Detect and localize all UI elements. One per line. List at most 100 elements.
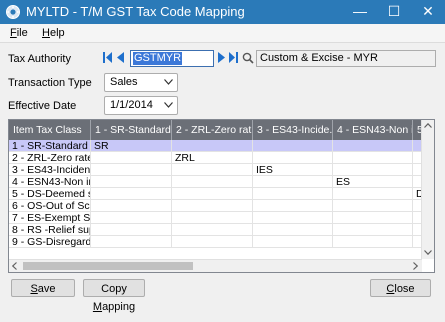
tax-code-cell[interactable]: ZRL	[172, 152, 253, 164]
tax-code-cell[interactable]	[333, 200, 413, 212]
tax-code-cell[interactable]	[333, 152, 413, 164]
tax-code-cell[interactable]: ES	[333, 176, 413, 188]
tax-code-cell[interactable]	[253, 176, 333, 188]
tax-code-cell[interactable]	[172, 188, 253, 200]
table-row[interactable]: 1 - SR-Standard r...SR	[9, 140, 422, 152]
tax-code-cell[interactable]	[172, 140, 253, 152]
tax-code-cell[interactable]	[91, 176, 172, 188]
menu-file-label: ile	[16, 27, 28, 39]
tax-code-cell[interactable]	[253, 188, 333, 200]
effective-date-label: Effective Date	[8, 100, 77, 112]
table-row[interactable]: 8 - RS -Relief sup...	[9, 224, 422, 236]
maximize-button[interactable]: ☐	[377, 0, 411, 24]
tax-code-cell[interactable]	[91, 224, 172, 236]
save-button[interactable]: Save	[11, 279, 75, 297]
tax-code-cell[interactable]	[253, 140, 333, 152]
window-title: MYLTD - T/M GST Tax Code Mapping	[26, 4, 245, 19]
chevron-down-icon	[164, 102, 173, 108]
table-row[interactable]: 4 - ESN43-Non in... ES	[9, 176, 422, 188]
tax-code-cell[interactable]	[253, 200, 333, 212]
horizontal-scrollbar[interactable]	[9, 259, 422, 272]
scroll-left-icon[interactable]	[12, 262, 17, 270]
table-row[interactable]: 9 - GS-Disregard...	[9, 236, 422, 248]
menu-help-label: elp	[49, 27, 65, 39]
tax-code-cell[interactable]	[91, 164, 172, 176]
menu-file-mnemonic: F	[10, 27, 17, 39]
menu-help[interactable]: Help	[42, 27, 65, 39]
tax-code-cell[interactable]	[333, 140, 413, 152]
item-tax-class-cell[interactable]: 4 - ESN43-Non in...	[9, 176, 91, 188]
item-tax-class-cell[interactable]: 6 - OS-Out of Sc...	[9, 200, 91, 212]
column-header[interactable]: 2 - ZRL-Zero rat...	[172, 120, 253, 140]
tax-code-cell[interactable]	[333, 212, 413, 224]
item-tax-class-cell[interactable]: 1 - SR-Standard r...	[9, 140, 91, 152]
finder-search-icon[interactable]	[242, 52, 254, 64]
save-mnemonic: S	[30, 283, 38, 295]
column-header[interactable]: 3 - ES43-Incide...	[253, 120, 333, 140]
effective-date-value: 1/1/2014	[110, 99, 153, 111]
transaction-type-value: Sales	[110, 76, 138, 88]
column-header[interactable]: 1 - SR-Standard...	[91, 120, 172, 140]
last-record-icon[interactable]	[229, 52, 238, 63]
minimize-button[interactable]: —	[343, 0, 377, 24]
item-tax-class-cell[interactable]: 5 - DS-Deemed s...	[9, 188, 91, 200]
tax-code-cell[interactable]	[172, 200, 253, 212]
scroll-down-icon[interactable]	[424, 250, 432, 255]
tax-authority-code-field[interactable]: GSTMYR	[130, 50, 214, 67]
tax-code-cell[interactable]	[172, 236, 253, 248]
grid-header: Item Tax Class 1 - SR-Standard... 2 - ZR…	[9, 120, 434, 140]
scroll-right-icon[interactable]	[413, 262, 418, 270]
tax-code-cell[interactable]	[172, 212, 253, 224]
transaction-type-label: Transaction Type	[8, 77, 92, 89]
scroll-up-icon[interactable]	[424, 123, 432, 128]
tax-code-cell[interactable]	[172, 164, 253, 176]
save-label: ave	[37, 283, 56, 295]
tax-code-cell[interactable]	[253, 212, 333, 224]
column-header[interactable]: 4 - ESN43-Non i...	[333, 120, 413, 140]
column-header[interactable]: Item Tax Class	[9, 120, 91, 140]
menu-file[interactable]: File	[10, 27, 28, 39]
tax-code-cell[interactable]: SR	[91, 140, 172, 152]
tax-authority-description: Custom & Excise - MYR	[256, 50, 436, 67]
previous-record-icon[interactable]	[116, 52, 125, 63]
close-window-button[interactable]: ✕	[411, 0, 445, 24]
tax-code-cell[interactable]	[333, 224, 413, 236]
tax-code-cell[interactable]: IES	[253, 164, 333, 176]
tax-code-cell[interactable]	[91, 212, 172, 224]
tax-code-cell[interactable]	[253, 236, 333, 248]
horizontal-scroll-thumb[interactable]	[23, 262, 193, 270]
first-record-icon[interactable]	[103, 52, 112, 63]
vertical-scrollbar[interactable]	[421, 120, 434, 259]
table-row[interactable]: 7 - ES-Exempt Su...	[9, 212, 422, 224]
tax-code-cell[interactable]	[253, 224, 333, 236]
next-record-icon[interactable]	[217, 52, 226, 63]
item-tax-class-cell[interactable]: 2 - ZRL-Zero rate...	[9, 152, 91, 164]
tax-authority-code-value: GSTMYR	[133, 52, 183, 65]
tax-code-cell[interactable]	[172, 176, 253, 188]
effective-date-select[interactable]: 1/1/2014	[104, 96, 178, 115]
item-tax-class-cell[interactable]: 9 - GS-Disregard...	[9, 236, 91, 248]
tax-code-cell[interactable]	[91, 236, 172, 248]
table-row[interactable]: 5 - DS-Deemed s...DS	[9, 188, 422, 200]
menu-help-mnemonic: H	[42, 27, 50, 39]
tax-code-cell[interactable]	[333, 236, 413, 248]
menu-bar: File Help	[0, 24, 445, 43]
close-button[interactable]: Close	[370, 279, 431, 297]
table-row[interactable]: 2 - ZRL-Zero rate... ZRL	[9, 152, 422, 164]
transaction-type-select[interactable]: Sales	[104, 73, 178, 92]
tax-code-cell[interactable]	[253, 152, 333, 164]
tax-code-cell[interactable]	[333, 188, 413, 200]
title-bar: MYLTD - T/M GST Tax Code Mapping — ☐ ✕	[0, 0, 445, 24]
tax-code-cell[interactable]	[172, 224, 253, 236]
copy-mapping-button[interactable]: Copy Mapping	[83, 279, 145, 313]
item-tax-class-cell[interactable]: 8 - RS -Relief sup...	[9, 224, 91, 236]
tax-code-cell[interactable]	[91, 200, 172, 212]
item-tax-class-cell[interactable]: 7 - ES-Exempt Su...	[9, 212, 91, 224]
tax-code-cell[interactable]	[91, 152, 172, 164]
item-tax-class-cell[interactable]: 3 - ES43-Incident...	[9, 164, 91, 176]
tax-mapping-grid[interactable]: Item Tax Class 1 - SR-Standard... 2 - ZR…	[8, 119, 435, 273]
table-row[interactable]: 6 - OS-Out of Sc...	[9, 200, 422, 212]
tax-code-cell[interactable]	[91, 188, 172, 200]
table-row[interactable]: 3 - ES43-Incident... IES	[9, 164, 422, 176]
tax-code-cell[interactable]	[333, 164, 413, 176]
